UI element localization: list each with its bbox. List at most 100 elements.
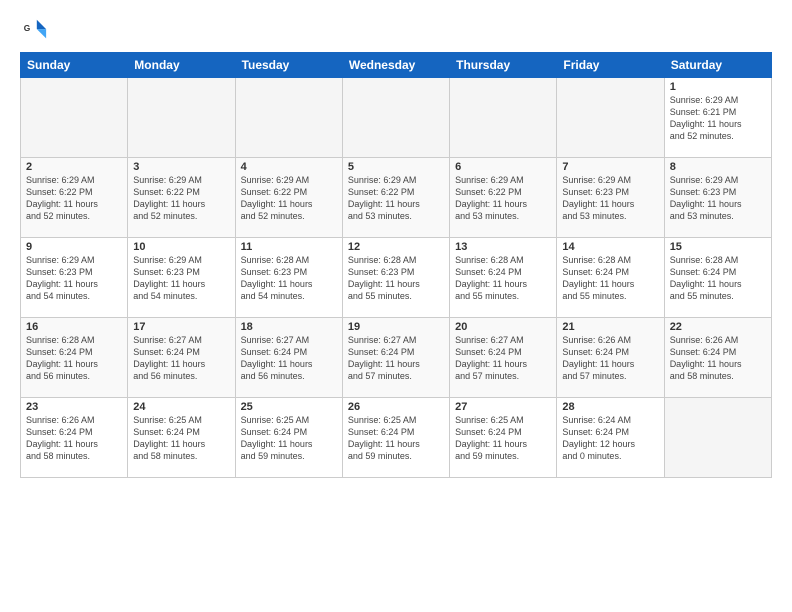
calendar-cell: 5Sunrise: 6:29 AM Sunset: 6:22 PM Daylig… (342, 158, 449, 238)
week-row-3: 9Sunrise: 6:29 AM Sunset: 6:23 PM Daylig… (21, 238, 772, 318)
day-number: 26 (348, 401, 444, 413)
weekday-header-row: SundayMondayTuesdayWednesdayThursdayFrid… (21, 53, 772, 78)
day-info: Sunrise: 6:29 AM Sunset: 6:22 PM Dayligh… (455, 174, 551, 223)
calendar-cell: 14Sunrise: 6:28 AM Sunset: 6:24 PM Dayli… (557, 238, 664, 318)
day-number: 28 (562, 401, 658, 413)
calendar-cell: 24Sunrise: 6:25 AM Sunset: 6:24 PM Dayli… (128, 398, 235, 478)
day-number: 19 (348, 321, 444, 333)
calendar-cell (664, 398, 771, 478)
day-number: 3 (133, 161, 229, 173)
calendar-cell: 16Sunrise: 6:28 AM Sunset: 6:24 PM Dayli… (21, 318, 128, 398)
day-number: 24 (133, 401, 229, 413)
day-number: 27 (455, 401, 551, 413)
weekday-wednesday: Wednesday (342, 53, 449, 78)
day-info: Sunrise: 6:28 AM Sunset: 6:24 PM Dayligh… (670, 254, 766, 303)
weekday-tuesday: Tuesday (235, 53, 342, 78)
day-number: 13 (455, 241, 551, 253)
day-info: Sunrise: 6:25 AM Sunset: 6:24 PM Dayligh… (455, 414, 551, 463)
day-info: Sunrise: 6:25 AM Sunset: 6:24 PM Dayligh… (241, 414, 337, 463)
weekday-friday: Friday (557, 53, 664, 78)
page: G SundayMondayTuesdayWednesdayThursdayFr… (0, 0, 792, 612)
logo-icon: G (20, 16, 48, 44)
day-info: Sunrise: 6:29 AM Sunset: 6:23 PM Dayligh… (133, 254, 229, 303)
calendar-cell (21, 78, 128, 158)
day-info: Sunrise: 6:28 AM Sunset: 6:23 PM Dayligh… (241, 254, 337, 303)
day-info: Sunrise: 6:27 AM Sunset: 6:24 PM Dayligh… (348, 334, 444, 383)
calendar-table: SundayMondayTuesdayWednesdayThursdayFrid… (20, 52, 772, 478)
week-row-5: 23Sunrise: 6:26 AM Sunset: 6:24 PM Dayli… (21, 398, 772, 478)
day-number: 25 (241, 401, 337, 413)
weekday-thursday: Thursday (450, 53, 557, 78)
day-info: Sunrise: 6:27 AM Sunset: 6:24 PM Dayligh… (455, 334, 551, 383)
day-info: Sunrise: 6:29 AM Sunset: 6:22 PM Dayligh… (133, 174, 229, 223)
day-number: 14 (562, 241, 658, 253)
day-number: 11 (241, 241, 337, 253)
calendar-cell: 20Sunrise: 6:27 AM Sunset: 6:24 PM Dayli… (450, 318, 557, 398)
svg-text:G: G (24, 23, 31, 33)
calendar-cell (557, 78, 664, 158)
calendar-cell (235, 78, 342, 158)
day-info: Sunrise: 6:29 AM Sunset: 6:22 PM Dayligh… (241, 174, 337, 223)
day-number: 20 (455, 321, 551, 333)
day-number: 5 (348, 161, 444, 173)
week-row-2: 2Sunrise: 6:29 AM Sunset: 6:22 PM Daylig… (21, 158, 772, 238)
calendar-cell: 17Sunrise: 6:27 AM Sunset: 6:24 PM Dayli… (128, 318, 235, 398)
day-number: 23 (26, 401, 122, 413)
day-number: 21 (562, 321, 658, 333)
week-row-1: 1Sunrise: 6:29 AM Sunset: 6:21 PM Daylig… (21, 78, 772, 158)
logo: G (20, 16, 52, 44)
day-number: 9 (26, 241, 122, 253)
day-number: 7 (562, 161, 658, 173)
calendar-cell: 3Sunrise: 6:29 AM Sunset: 6:22 PM Daylig… (128, 158, 235, 238)
calendar-cell: 28Sunrise: 6:24 AM Sunset: 6:24 PM Dayli… (557, 398, 664, 478)
calendar-cell: 1Sunrise: 6:29 AM Sunset: 6:21 PM Daylig… (664, 78, 771, 158)
calendar-cell: 8Sunrise: 6:29 AM Sunset: 6:23 PM Daylig… (664, 158, 771, 238)
day-info: Sunrise: 6:27 AM Sunset: 6:24 PM Dayligh… (241, 334, 337, 383)
day-number: 16 (26, 321, 122, 333)
day-info: Sunrise: 6:29 AM Sunset: 6:23 PM Dayligh… (670, 174, 766, 223)
calendar-cell: 13Sunrise: 6:28 AM Sunset: 6:24 PM Dayli… (450, 238, 557, 318)
day-number: 12 (348, 241, 444, 253)
day-info: Sunrise: 6:29 AM Sunset: 6:23 PM Dayligh… (26, 254, 122, 303)
day-info: Sunrise: 6:29 AM Sunset: 6:22 PM Dayligh… (26, 174, 122, 223)
weekday-monday: Monday (128, 53, 235, 78)
calendar-cell: 21Sunrise: 6:26 AM Sunset: 6:24 PM Dayli… (557, 318, 664, 398)
calendar-cell: 12Sunrise: 6:28 AM Sunset: 6:23 PM Dayli… (342, 238, 449, 318)
calendar-cell: 25Sunrise: 6:25 AM Sunset: 6:24 PM Dayli… (235, 398, 342, 478)
day-info: Sunrise: 6:29 AM Sunset: 6:21 PM Dayligh… (670, 94, 766, 143)
day-info: Sunrise: 6:26 AM Sunset: 6:24 PM Dayligh… (562, 334, 658, 383)
calendar-cell: 2Sunrise: 6:29 AM Sunset: 6:22 PM Daylig… (21, 158, 128, 238)
calendar-cell (450, 78, 557, 158)
calendar-cell (128, 78, 235, 158)
day-number: 2 (26, 161, 122, 173)
calendar-cell: 18Sunrise: 6:27 AM Sunset: 6:24 PM Dayli… (235, 318, 342, 398)
day-number: 4 (241, 161, 337, 173)
day-number: 10 (133, 241, 229, 253)
day-info: Sunrise: 6:29 AM Sunset: 6:22 PM Dayligh… (348, 174, 444, 223)
calendar-cell: 27Sunrise: 6:25 AM Sunset: 6:24 PM Dayli… (450, 398, 557, 478)
calendar-cell: 22Sunrise: 6:26 AM Sunset: 6:24 PM Dayli… (664, 318, 771, 398)
calendar-cell: 9Sunrise: 6:29 AM Sunset: 6:23 PM Daylig… (21, 238, 128, 318)
week-row-4: 16Sunrise: 6:28 AM Sunset: 6:24 PM Dayli… (21, 318, 772, 398)
day-info: Sunrise: 6:26 AM Sunset: 6:24 PM Dayligh… (670, 334, 766, 383)
calendar-cell: 23Sunrise: 6:26 AM Sunset: 6:24 PM Dayli… (21, 398, 128, 478)
calendar-cell: 15Sunrise: 6:28 AM Sunset: 6:24 PM Dayli… (664, 238, 771, 318)
day-info: Sunrise: 6:25 AM Sunset: 6:24 PM Dayligh… (348, 414, 444, 463)
day-number: 6 (455, 161, 551, 173)
calendar-cell: 11Sunrise: 6:28 AM Sunset: 6:23 PM Dayli… (235, 238, 342, 318)
day-number: 18 (241, 321, 337, 333)
calendar-cell (342, 78, 449, 158)
weekday-saturday: Saturday (664, 53, 771, 78)
calendar-cell: 4Sunrise: 6:29 AM Sunset: 6:22 PM Daylig… (235, 158, 342, 238)
day-number: 8 (670, 161, 766, 173)
day-number: 17 (133, 321, 229, 333)
weekday-sunday: Sunday (21, 53, 128, 78)
day-info: Sunrise: 6:28 AM Sunset: 6:24 PM Dayligh… (562, 254, 658, 303)
calendar-cell: 19Sunrise: 6:27 AM Sunset: 6:24 PM Dayli… (342, 318, 449, 398)
day-number: 22 (670, 321, 766, 333)
day-info: Sunrise: 6:25 AM Sunset: 6:24 PM Dayligh… (133, 414, 229, 463)
calendar-cell: 7Sunrise: 6:29 AM Sunset: 6:23 PM Daylig… (557, 158, 664, 238)
day-number: 15 (670, 241, 766, 253)
day-info: Sunrise: 6:24 AM Sunset: 6:24 PM Dayligh… (562, 414, 658, 463)
day-info: Sunrise: 6:28 AM Sunset: 6:24 PM Dayligh… (455, 254, 551, 303)
